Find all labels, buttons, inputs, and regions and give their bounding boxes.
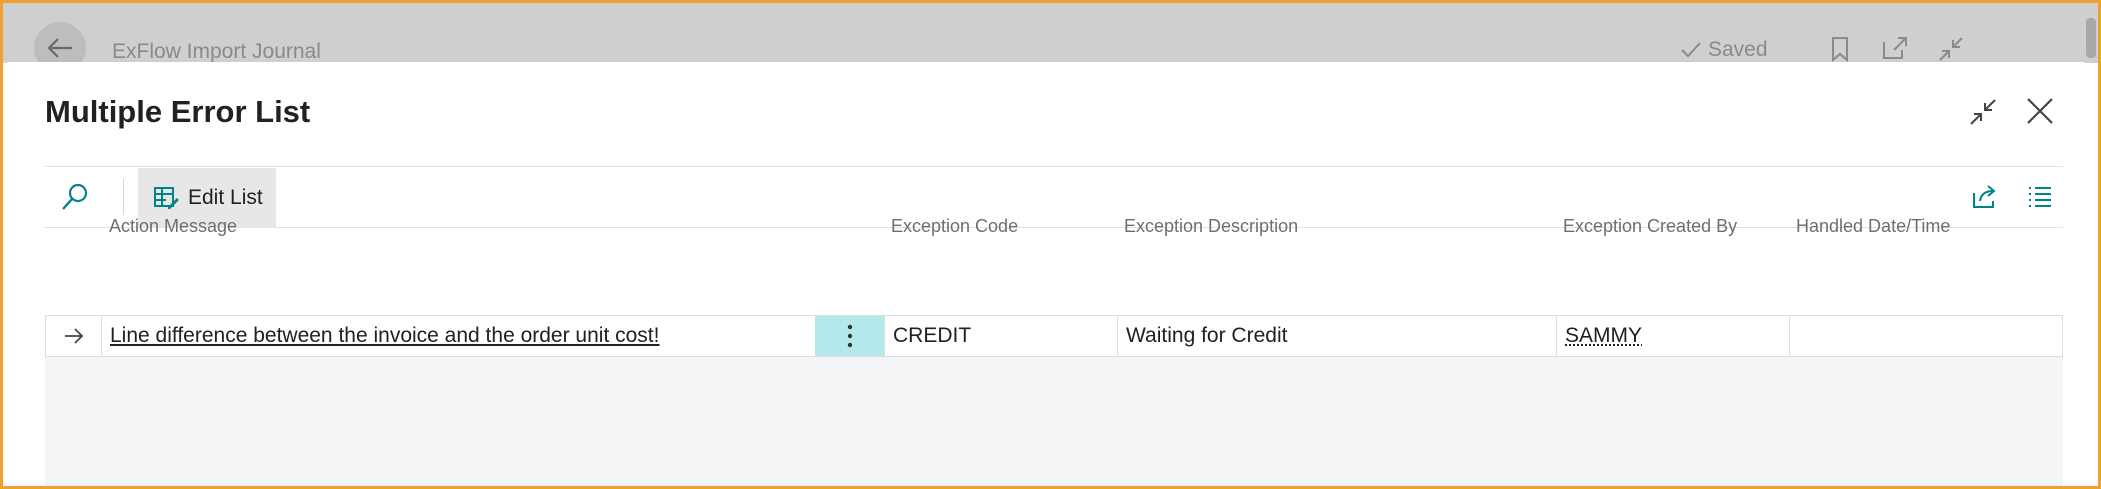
checkmark-icon bbox=[1681, 42, 1701, 58]
dialog-toolbar: Edit List bbox=[45, 166, 2063, 228]
edit-list-icon bbox=[154, 187, 179, 209]
collapse-background-icon[interactable] bbox=[1938, 36, 1964, 62]
open-new-window-icon[interactable] bbox=[1882, 36, 1908, 60]
list-view-icon[interactable] bbox=[2027, 184, 2053, 208]
exception-code-cell[interactable]: CREDIT bbox=[884, 316, 1117, 356]
bookmark-icon[interactable] bbox=[1830, 36, 1850, 62]
close-icon[interactable] bbox=[2025, 96, 2055, 126]
share-icon[interactable] bbox=[1971, 183, 1999, 209]
dialog-title: Multiple Error List bbox=[45, 94, 311, 129]
handled-datetime-cell[interactable] bbox=[1789, 316, 2062, 356]
column-header-action-message[interactable]: Action Message bbox=[109, 216, 237, 237]
collapse-icon[interactable] bbox=[1969, 98, 1997, 126]
exception-description-cell[interactable]: Waiting for Credit bbox=[1117, 316, 1556, 356]
column-header-exception-code[interactable]: Exception Code bbox=[891, 216, 1018, 237]
row-selector[interactable] bbox=[46, 316, 101, 356]
column-header-exception-description[interactable]: Exception Description bbox=[1124, 216, 1298, 237]
search-icon[interactable] bbox=[59, 181, 91, 213]
background-page-title: ExFlow Import Journal bbox=[112, 40, 321, 63]
saved-label: Saved bbox=[1708, 38, 1768, 61]
action-message-cell[interactable]: Line difference between the invoice and … bbox=[101, 316, 861, 356]
saved-status: Saved bbox=[1680, 38, 1768, 62]
more-options-icon bbox=[847, 324, 853, 348]
action-message-link[interactable]: Line difference between the invoice and … bbox=[110, 324, 659, 348]
row-arrow-icon bbox=[64, 328, 83, 344]
back-arrow-icon bbox=[47, 38, 72, 58]
exception-created-by-cell[interactable]: SAMMY bbox=[1556, 316, 1789, 356]
toolbar-separator bbox=[123, 179, 124, 215]
table-row[interactable]: Line difference between the invoice and … bbox=[45, 315, 2063, 357]
created-by-value[interactable]: SAMMY bbox=[1565, 324, 1642, 348]
column-header-exception-created-by[interactable]: Exception Created By bbox=[1563, 216, 1737, 237]
row-more-options-button[interactable] bbox=[815, 316, 885, 356]
page-scrollbar[interactable] bbox=[2086, 18, 2096, 58]
edit-list-label: Edit List bbox=[188, 186, 263, 209]
column-header-handled-datetime[interactable]: Handled Date/Time bbox=[1796, 216, 1950, 237]
